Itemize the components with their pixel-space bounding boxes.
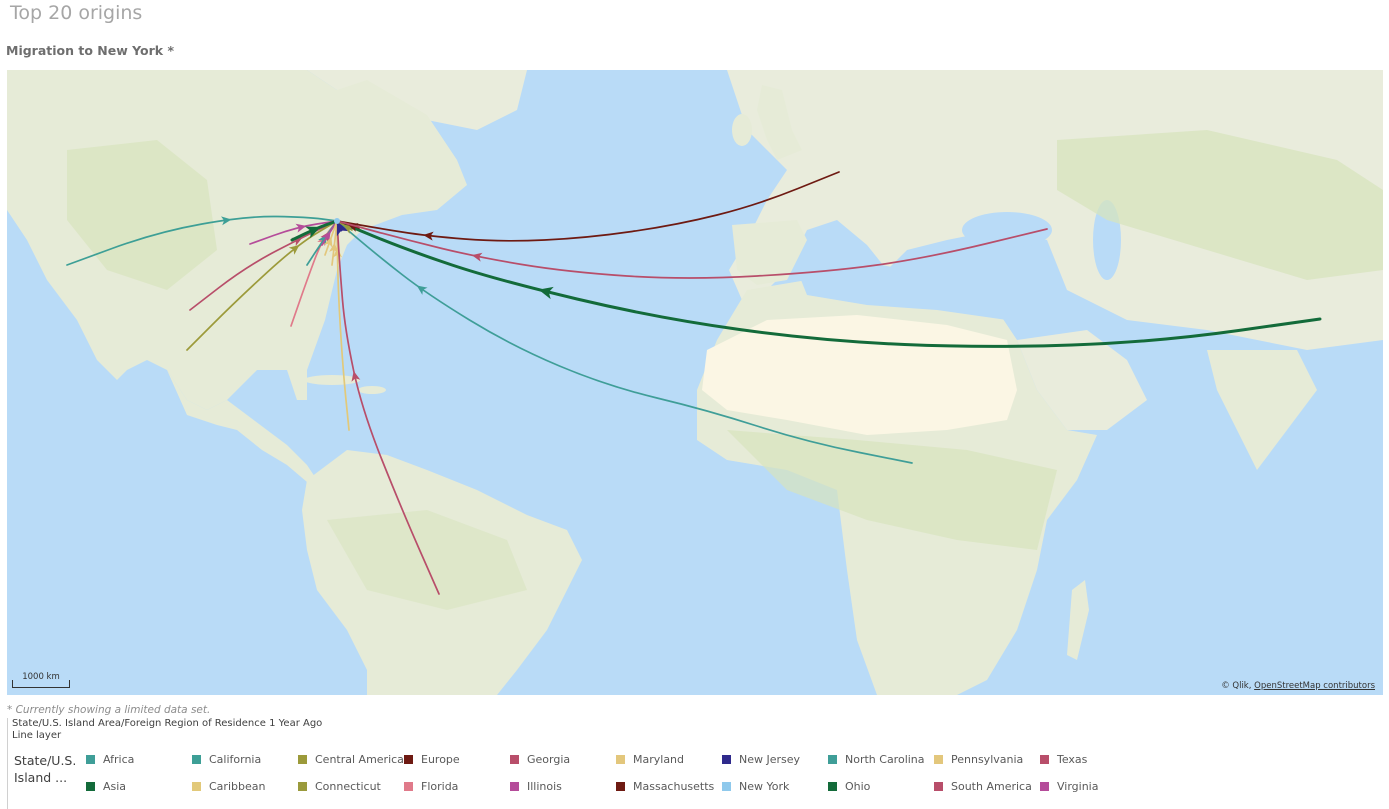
flow-arrow-icon [416, 285, 428, 295]
legend-swatch [404, 755, 413, 764]
legend-item-new-york[interactable]: New York [722, 780, 828, 807]
openstreetmap-link[interactable]: OpenStreetMap contributors [1254, 681, 1375, 691]
legend-swatch [722, 755, 731, 764]
legend-item-label: Texas [1057, 753, 1088, 766]
legend-item-caribbean[interactable]: Caribbean [192, 780, 298, 807]
legend-title: State/U.S. Island Area/Foreign Region of… [12, 718, 323, 729]
sheet-title: Top 20 origins [10, 2, 143, 24]
water-black-sea [962, 212, 1052, 248]
legend-swatch [298, 755, 307, 764]
limited-data-footnote: * Currently showing a limited data set. [7, 704, 211, 716]
legend-item-africa[interactable]: Africa [86, 753, 192, 780]
legend-items: Africa Asia California Caribbean Central Ame… [86, 753, 1120, 807]
legend-item-label: Africa [103, 753, 135, 766]
legend-item-label: Caribbean [209, 780, 266, 793]
legend-swatch [192, 755, 201, 764]
legend-dimension-label: State/U.S. Island ... [14, 752, 84, 786]
legend-swatch [828, 755, 837, 764]
legend-item-label: Ohio [845, 780, 871, 793]
legend-swatch [192, 782, 201, 791]
land-north-america [7, 70, 467, 410]
legend-item-central-america[interactable]: Central America [298, 753, 404, 780]
legend-item-label: Georgia [527, 753, 571, 766]
visualization-title: Migration to New York * [6, 43, 174, 58]
legend-item-label: Maryland [633, 753, 685, 766]
legend-swatch [404, 782, 413, 791]
legend-swatch [934, 782, 943, 791]
legend-item-label: Massachusetts [633, 780, 715, 793]
legend-item-label: Illinois [527, 780, 562, 793]
legend-swatch [510, 755, 519, 764]
legend-swatch [722, 782, 731, 791]
legend-swatch [510, 782, 519, 791]
legend-swatch [1040, 755, 1049, 764]
legend-swatch [934, 755, 943, 764]
legend-item-label: New York [739, 780, 790, 793]
legend-item-label: Connecticut [315, 780, 381, 793]
legend-item-label: New Jersey [739, 753, 801, 766]
legend-item-florida[interactable]: Florida [404, 780, 510, 807]
legend-swatch [616, 755, 625, 764]
legend-swatch [828, 782, 837, 791]
legend-item-label: California [209, 753, 262, 766]
legend-item-label: Virginia [1057, 780, 1099, 793]
legend-swatch [86, 755, 95, 764]
legend-item-south-america[interactable]: South America [934, 780, 1040, 807]
legend-item-pennsylvania[interactable]: Pennsylvania [934, 753, 1040, 780]
legend-item-texas[interactable]: Texas [1040, 753, 1120, 780]
legend-item-california[interactable]: California [192, 753, 298, 780]
legend-swatch [298, 782, 307, 791]
map-canvas[interactable]: 1000 km © Qlik, OpenStreetMap contributo… [7, 70, 1383, 695]
legend-item-label: Pennsylvania [951, 753, 1024, 766]
legend-item-connecticut[interactable]: Connecticut [298, 780, 404, 807]
legend-dimension-text: State/U.S. Island ... [14, 753, 77, 785]
land-madagascar [1067, 580, 1089, 660]
legend: State/U.S. Island Area/Foreign Region of… [7, 718, 1212, 809]
legend-item-illinois[interactable]: Illinois [510, 780, 616, 807]
legend-swatch [1040, 782, 1049, 791]
legend-item-label: Central America [315, 753, 404, 766]
attribution-prefix: © Qlik, [1221, 681, 1252, 691]
legend-swatch [86, 782, 95, 791]
map-scale-label: 1000 km [22, 672, 60, 682]
legend-item-label: South America [951, 780, 1032, 793]
land-india [1207, 350, 1317, 470]
map-svg[interactable] [7, 70, 1383, 695]
land-ireland [732, 114, 752, 146]
destination-marker[interactable] [334, 218, 340, 224]
land-hispaniola [358, 386, 386, 394]
legend-item-maryland[interactable]: Maryland [616, 753, 722, 780]
legend-swatch [616, 782, 625, 791]
legend-item-label: Asia [103, 780, 127, 793]
legend-item-label: Florida [421, 780, 459, 793]
legend-item-europe[interactable]: Europe [404, 753, 510, 780]
legend-item-label: Europe [421, 753, 460, 766]
legend-item-new-jersey[interactable]: New Jersey [722, 753, 828, 780]
legend-layer-label: Line layer [12, 730, 62, 741]
map-attribution: © Qlik, OpenStreetMap contributors [1221, 681, 1375, 691]
legend-item-massachusetts[interactable]: Massachusetts [616, 780, 722, 807]
legend-item-ohio[interactable]: Ohio [828, 780, 934, 807]
legend-item-georgia[interactable]: Georgia [510, 753, 616, 780]
legend-item-label: North Carolina [845, 753, 925, 766]
legend-item-north-carolina[interactable]: North Carolina [828, 753, 934, 780]
basemap-land [7, 70, 1383, 695]
legend-item-asia[interactable]: Asia [86, 780, 192, 807]
map-scale-bar: 1000 km [12, 672, 70, 688]
land-cuba [304, 375, 360, 385]
legend-item-virginia[interactable]: Virginia [1040, 780, 1120, 807]
